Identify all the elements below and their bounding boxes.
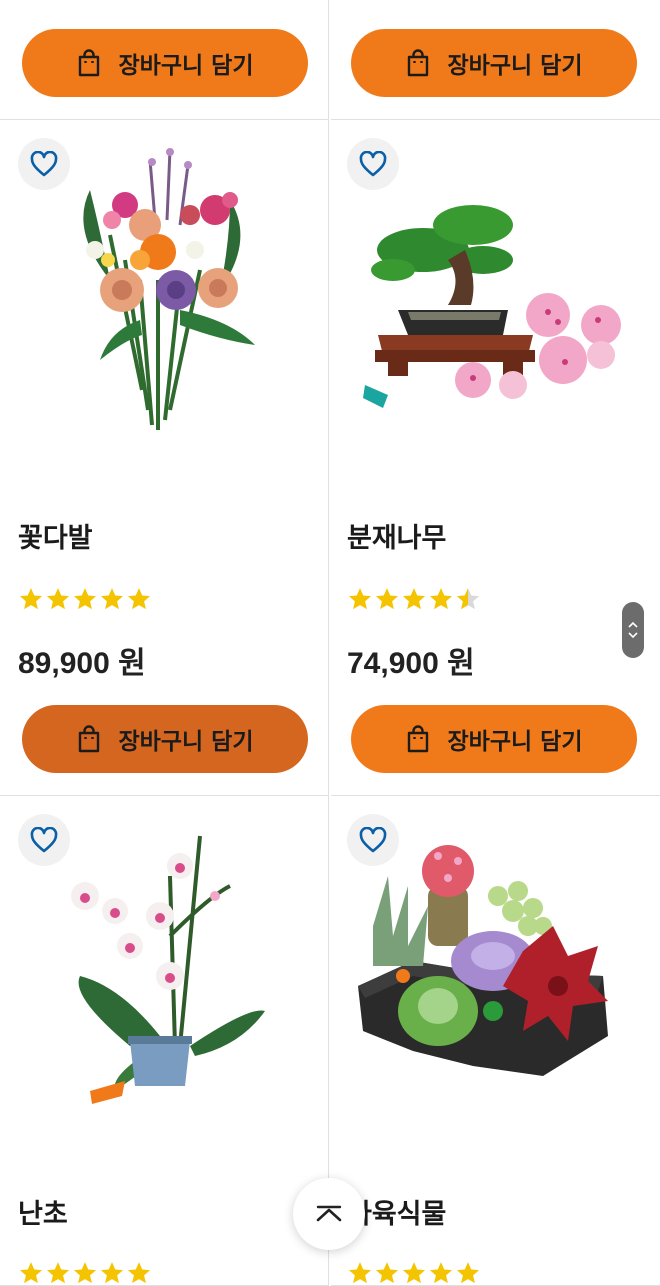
shopping-bag-icon <box>78 725 99 753</box>
add-to-cart-label: 장바구니 담기 <box>118 729 254 755</box>
add-to-cart-label: 장바구니 담기 <box>447 53 583 79</box>
product-card-prev-left: 장바구니 담기 <box>0 0 329 120</box>
star-icon <box>456 1262 480 1284</box>
star-icon <box>429 1262 453 1284</box>
add-to-cart-label: 장바구니 담기 <box>118 53 254 79</box>
chevron-up-icon <box>316 1205 342 1222</box>
product-card-bonsai[interactable]: 분재나무 74,900 원 장바구니 담기 <box>331 120 660 796</box>
shopping-bag-icon <box>407 49 428 77</box>
add-to-cart-button[interactable]: 장바구니 담기 <box>22 705 308 773</box>
chevron-down-icon <box>628 632 638 639</box>
star-icon <box>402 1262 426 1284</box>
product-name[interactable]: 꽃다발 <box>18 516 93 555</box>
star-icon <box>348 1262 372 1284</box>
star-icon <box>46 1262 70 1284</box>
star-half-icon <box>456 588 480 610</box>
star-icon <box>375 1262 399 1284</box>
star-icon <box>100 1262 124 1284</box>
product-grid: 장바구니 담기 장바구니 담기 꽃다발 89,900 원 장바구니 담기 분재나… <box>0 0 660 1286</box>
product-image-orchid <box>71 835 265 1104</box>
star-icon <box>73 588 97 610</box>
star-icon <box>402 588 426 610</box>
star-icon <box>19 1262 43 1284</box>
chevron-up-icon <box>628 621 638 628</box>
product-price: 89,900 원 <box>18 647 146 680</box>
product-card-prev-right: 장바구니 담기 <box>331 0 660 120</box>
product-name[interactable]: 분재나무 <box>347 516 446 555</box>
star-icon <box>19 588 43 610</box>
rating-stars <box>18 586 152 612</box>
add-to-cart-button[interactable]: 장바구니 담기 <box>351 29 637 97</box>
add-to-cart-button[interactable]: 장바구니 담기 <box>22 29 308 97</box>
star-icon <box>46 588 70 610</box>
star-icon <box>127 588 151 610</box>
shopping-bag-icon <box>407 725 428 753</box>
star-icon <box>375 588 399 610</box>
star-icon <box>100 588 124 610</box>
rating-stars <box>18 1260 152 1285</box>
product-name[interactable]: 난초 <box>18 1192 68 1231</box>
back-to-top-button[interactable] <box>293 1178 365 1250</box>
add-to-cart-label: 장바구니 담기 <box>447 729 583 755</box>
product-card-orchid[interactable]: 난초 <box>0 796 329 1286</box>
add-to-cart-button[interactable]: 장바구니 담기 <box>351 705 637 773</box>
star-icon <box>348 588 372 610</box>
shopping-bag-icon <box>78 49 99 77</box>
star-icon <box>127 1262 151 1284</box>
scroll-indicator[interactable] <box>622 602 644 658</box>
product-price: 74,900 원 <box>347 647 475 680</box>
product-image-succulents <box>358 845 608 1076</box>
rating-stars <box>347 1260 481 1285</box>
product-image-flower-bouquet <box>83 148 255 430</box>
star-icon <box>429 588 453 610</box>
product-card-succulents[interactable]: 다육식물 <box>331 796 660 1286</box>
product-image-bonsai <box>363 205 621 408</box>
product-card-flower-bouquet[interactable]: 꽃다발 89,900 원 장바구니 담기 <box>0 120 329 796</box>
rating-stars <box>347 586 481 612</box>
star-icon <box>73 1262 97 1284</box>
